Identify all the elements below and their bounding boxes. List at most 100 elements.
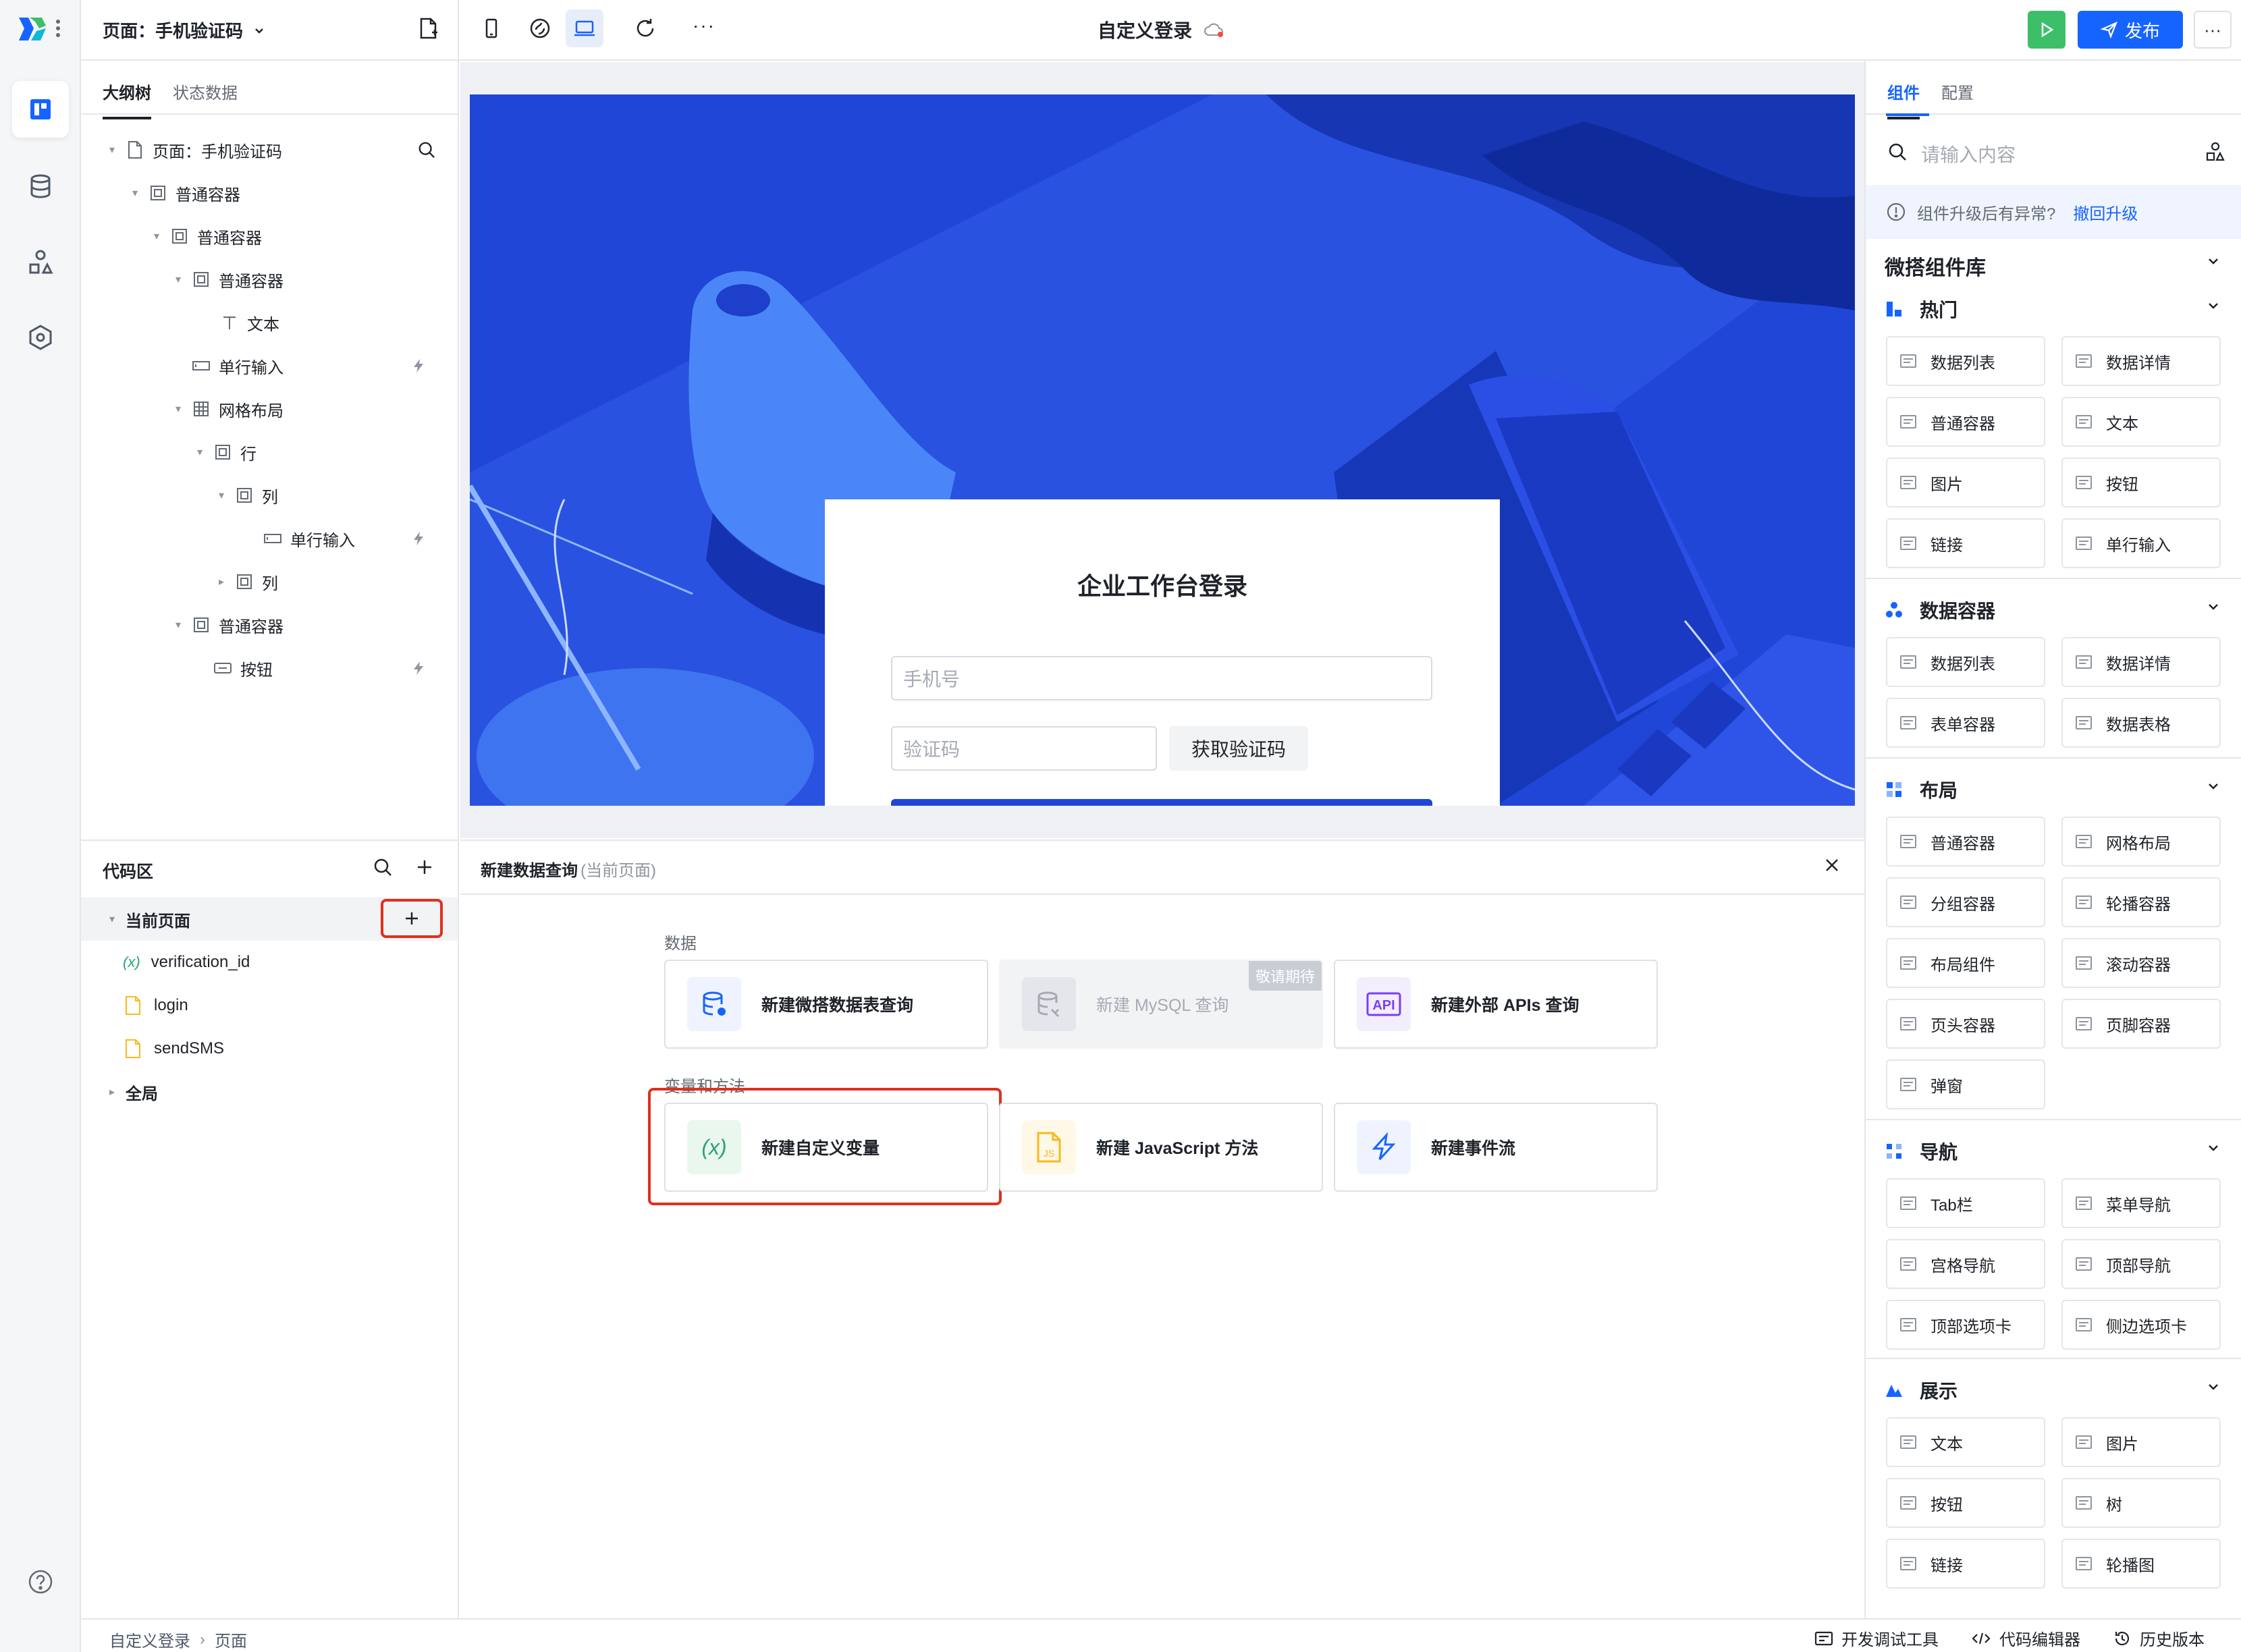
component-tile[interactable]: 链接	[1886, 1539, 2045, 1589]
component-tile[interactable]: 表单容器	[1886, 698, 2045, 748]
component-tile[interactable]: 顶部导航	[2061, 1239, 2221, 1289]
component-tile[interactable]: 页脚容器	[2061, 999, 2221, 1049]
caret-down-icon[interactable]: ▾	[193, 445, 207, 459]
run-button[interactable]	[2028, 11, 2066, 49]
new-javascript-card[interactable]: JS 新建 JavaScript 方法	[999, 1103, 1323, 1192]
tree-node[interactable]: 文本	[81, 301, 458, 344]
code-current-page[interactable]: ▾ 当前页面	[81, 898, 458, 941]
component-tile[interactable]: 页头容器	[1886, 999, 2045, 1049]
caret-down-icon[interactable]: ▾	[128, 186, 142, 200]
component-group-header[interactable]: 导航	[1885, 1138, 1958, 1165]
search-icon[interactable]	[373, 857, 393, 877]
desktop-view-icon[interactable]	[566, 9, 603, 47]
login-submit-button[interactable]	[891, 799, 1432, 806]
component-tile[interactable]: 侧边选项卡	[2061, 1300, 2221, 1350]
phone-input[interactable]: 手机号	[891, 656, 1432, 700]
tree-node[interactable]: ▾ 列	[81, 474, 458, 517]
caret-down-icon[interactable]: ▾	[171, 273, 185, 286]
mobile-view-icon[interactable]	[479, 16, 504, 40]
components-icon[interactable]	[12, 233, 69, 290]
component-tile[interactable]: 普通容器	[1886, 817, 2045, 866]
event-bolt-icon[interactable]	[410, 358, 427, 374]
component-tile[interactable]: 图片	[2061, 1417, 2221, 1467]
caret-down-icon[interactable]: ▾	[105, 143, 119, 157]
component-tile[interactable]: 数据表格	[2061, 698, 2221, 748]
component-tile[interactable]: 普通容器	[1886, 397, 2045, 447]
tree-node[interactable]: ▾ 页面：手机验证码	[81, 128, 458, 171]
code-item-sendsms[interactable]: sendSMS	[81, 1027, 458, 1070]
code-editor-button[interactable]: 代码编辑器	[1971, 1626, 2080, 1650]
chevron-down-icon[interactable]	[2206, 298, 2221, 313]
caret-down-icon[interactable]: ▾	[171, 618, 185, 632]
app-logo[interactable]	[16, 13, 65, 45]
chevron-down-icon[interactable]	[2206, 599, 2221, 614]
new-weda-query-card[interactable]: 新建微搭数据表查询	[664, 960, 988, 1049]
component-tile[interactable]: 链接	[1886, 518, 2045, 568]
component-tile[interactable]: 按钮	[1886, 1478, 2045, 1528]
add-page-icon[interactable]	[416, 16, 440, 40]
tree-node[interactable]: ▾ 普通容器	[81, 215, 458, 258]
chevron-down-icon[interactable]	[2206, 1140, 2221, 1155]
more-tools-icon[interactable]: ···	[693, 15, 716, 36]
component-tile[interactable]: 数据详情	[2061, 336, 2221, 386]
component-tile[interactable]: 图片	[1886, 458, 2045, 507]
history-button[interactable]: 历史版本	[2113, 1626, 2205, 1650]
code-input[interactable]: 验证码	[891, 726, 1157, 771]
component-tile[interactable]: 布局组件	[1886, 938, 2045, 988]
component-tile[interactable]: 菜单导航	[2061, 1178, 2221, 1228]
component-tile[interactable]: 文本	[1886, 1417, 2045, 1467]
caret-right-icon[interactable]: ▸	[215, 575, 228, 588]
component-tile[interactable]: 单行输入	[2061, 518, 2221, 568]
miniprogram-view-icon[interactable]	[528, 16, 552, 40]
outline-icon[interactable]	[12, 81, 69, 138]
component-tile[interactable]: 顶部选项卡	[1886, 1300, 2045, 1350]
chevron-down-icon[interactable]	[2206, 779, 2221, 794]
page-selector[interactable]: 页面：手机验证码	[103, 18, 266, 43]
publish-button[interactable]: 发布	[2078, 11, 2183, 49]
database-icon[interactable]	[12, 158, 69, 215]
component-group-header[interactable]: 数据容器	[1885, 597, 1995, 624]
component-tile[interactable]: 文本	[2061, 397, 2221, 447]
breadcrumb-app[interactable]: 自定义登录	[109, 1628, 190, 1651]
component-tile[interactable]: 树	[2061, 1478, 2221, 1528]
event-bolt-icon[interactable]	[410, 660, 427, 676]
breadcrumb-page[interactable]: 页面	[215, 1628, 247, 1651]
component-tile[interactable]: 滚动容器	[2061, 938, 2221, 988]
add-icon[interactable]	[414, 857, 435, 877]
component-group-header[interactable]: 热门	[1885, 296, 1958, 323]
chevron-down-icon[interactable]	[2206, 1379, 2221, 1394]
code-global[interactable]: ▸ 全局	[81, 1070, 458, 1113]
event-bolt-icon[interactable]	[410, 530, 427, 547]
component-tile[interactable]: 数据详情	[2061, 637, 2221, 687]
close-icon[interactable]	[1823, 856, 1841, 875]
component-tile[interactable]: 轮播容器	[2061, 877, 2221, 927]
tree-node[interactable]: 按钮	[81, 646, 458, 690]
help-icon[interactable]	[12, 1553, 69, 1610]
devtools-button[interactable]: 开发调试工具	[1814, 1626, 1939, 1650]
settings-hex-icon[interactable]	[12, 309, 69, 366]
code-item-variable[interactable]: (x) verification_id	[81, 941, 458, 984]
component-tile[interactable]: 数据列表	[1886, 336, 2045, 386]
component-tile[interactable]: 数据列表	[1886, 637, 2045, 687]
tree-node[interactable]: ▾ 普通容器	[81, 171, 458, 215]
new-variable-card[interactable]: (x) 新建自定义变量	[664, 1103, 988, 1192]
component-tile[interactable]: 网格布局	[2061, 817, 2221, 866]
component-tile[interactable]: 宫格导航	[1886, 1239, 2045, 1289]
get-code-button[interactable]: 获取验证码	[1169, 726, 1308, 771]
tree-node[interactable]: 单行输入	[81, 517, 458, 560]
add-code-button[interactable]	[381, 899, 443, 938]
tree-node[interactable]: ▾ 普通容器	[81, 603, 458, 646]
tree-node[interactable]: ▾ 行	[81, 431, 458, 474]
tree-node[interactable]: ▸ 列	[81, 560, 458, 603]
refresh-icon[interactable]	[633, 16, 657, 40]
component-tile[interactable]: 弹窗	[1886, 1059, 2045, 1109]
tree-node[interactable]: ▾ 网格布局	[81, 387, 458, 431]
component-tile[interactable]: Tab栏	[1886, 1178, 2045, 1228]
more-menu-button[interactable]: ···	[2194, 11, 2232, 49]
component-group-header[interactable]: 展示	[1885, 1377, 1958, 1404]
caret-down-icon[interactable]: ▾	[171, 402, 185, 416]
tree-node[interactable]: ▾ 普通容器	[81, 258, 458, 301]
tab-state-data[interactable]: 状态数据	[173, 80, 238, 103]
component-group-header[interactable]: 布局	[1885, 776, 1958, 803]
caret-down-icon[interactable]: ▾	[150, 229, 163, 243]
